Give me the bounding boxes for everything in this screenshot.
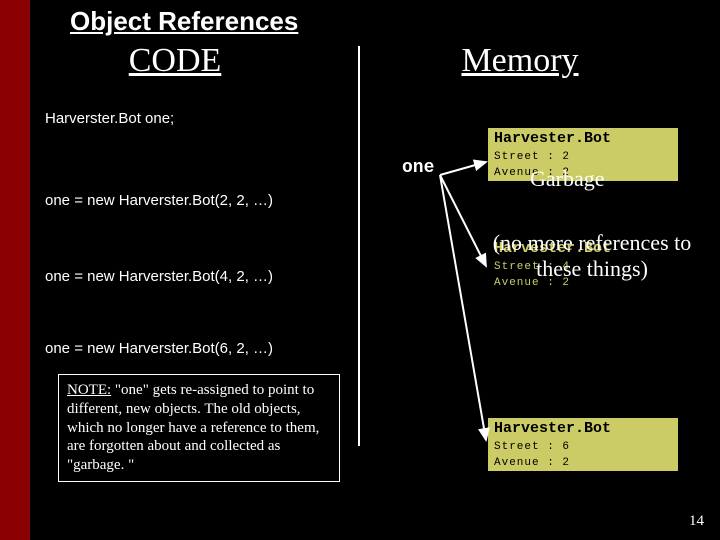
red-sidebar [0, 0, 30, 540]
note-box: NOTE: "one" gets re-assigned to point to… [58, 374, 340, 482]
memory-box-header: Harvester.Bot [488, 418, 678, 439]
memory-box-row: Street : 2 [488, 149, 678, 165]
vertical-divider [358, 46, 360, 446]
garbage-label: Garbage [530, 166, 605, 192]
code-line-4: one = new Harverster.Bot(6, 2, …) [45, 340, 273, 357]
memory-box-3: Harvester.Bot Street : 6 Avenue : 2 [488, 418, 678, 471]
note-lead: NOTE: [67, 382, 111, 398]
slide-title: Object References [70, 6, 298, 37]
memory-heading: Memory [440, 42, 600, 80]
code-heading: CODE [110, 42, 240, 80]
memory-box-row: Street : 6 [488, 439, 678, 455]
code-line-2: one = new Harverster.Bot(2, 2, …) [45, 192, 273, 209]
memory-box-row: Avenue : 2 [488, 455, 678, 471]
code-line-1: Harverster.Bot one; [45, 110, 174, 127]
code-line-3: one = new Harverster.Bot(4, 2, …) [45, 268, 273, 285]
slide-number: 14 [689, 513, 704, 530]
memory-box-header: Harvester.Bot [488, 128, 678, 149]
pointer-label: one [402, 158, 434, 178]
overlay-note: (no more references to these things) [492, 230, 692, 283]
